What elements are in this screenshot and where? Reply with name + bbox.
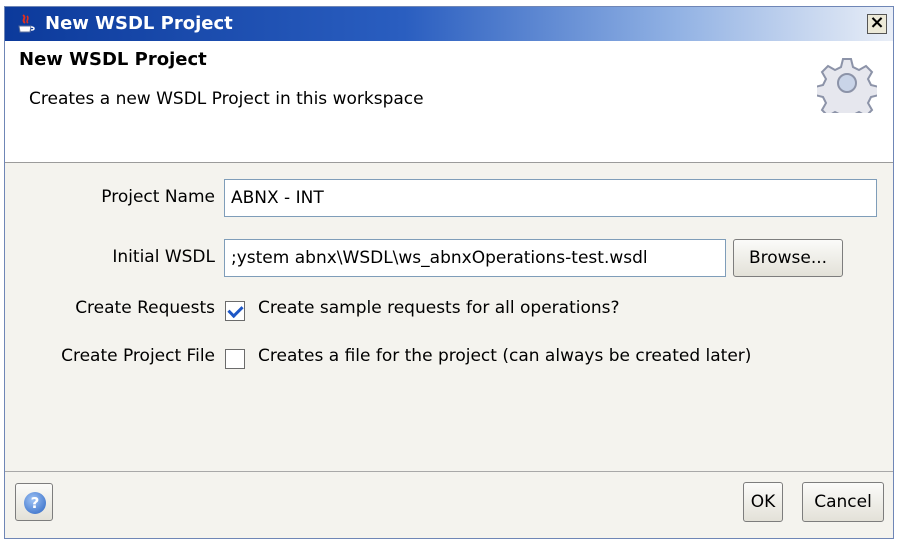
- footer-divider: [5, 471, 893, 472]
- close-button[interactable]: ×: [867, 14, 887, 34]
- initial-wsdl-field[interactable]: ;ystem abnx\WSDL\ws_abnxOperations-test.…: [224, 239, 726, 277]
- title-bar[interactable]: New WSDL Project ×: [5, 7, 893, 41]
- browse-button[interactable]: Browse...: [733, 239, 843, 277]
- help-icon: ?: [24, 492, 46, 514]
- create-project-file-checkbox[interactable]: [225, 349, 245, 369]
- header-description: Creates a new WSDL Project in this works…: [29, 89, 424, 109]
- project-name-field[interactable]: ABNX - INT: [224, 179, 877, 217]
- create-requests-checkbox[interactable]: [225, 301, 245, 321]
- dialog-window: New WSDL Project × New WSDL Project Crea…: [4, 6, 894, 539]
- help-button[interactable]: ?: [15, 483, 53, 521]
- gear-icon: [817, 58, 877, 113]
- create-requests-label: Create Requests: [75, 298, 215, 318]
- create-requests-checkbox-label[interactable]: Create sample requests for all operation…: [258, 298, 620, 318]
- create-project-file-label: Create Project File: [61, 346, 215, 366]
- header-title: New WSDL Project: [19, 49, 207, 70]
- java-icon: [18, 14, 35, 33]
- window-title: New WSDL Project: [45, 13, 233, 34]
- cancel-button[interactable]: Cancel: [802, 482, 884, 522]
- create-project-file-checkbox-label[interactable]: Creates a file for the project (can alwa…: [258, 346, 751, 366]
- initial-wsdl-label: Initial WSDL: [112, 247, 215, 267]
- project-name-label: Project Name: [101, 187, 215, 207]
- ok-button[interactable]: OK: [743, 482, 783, 522]
